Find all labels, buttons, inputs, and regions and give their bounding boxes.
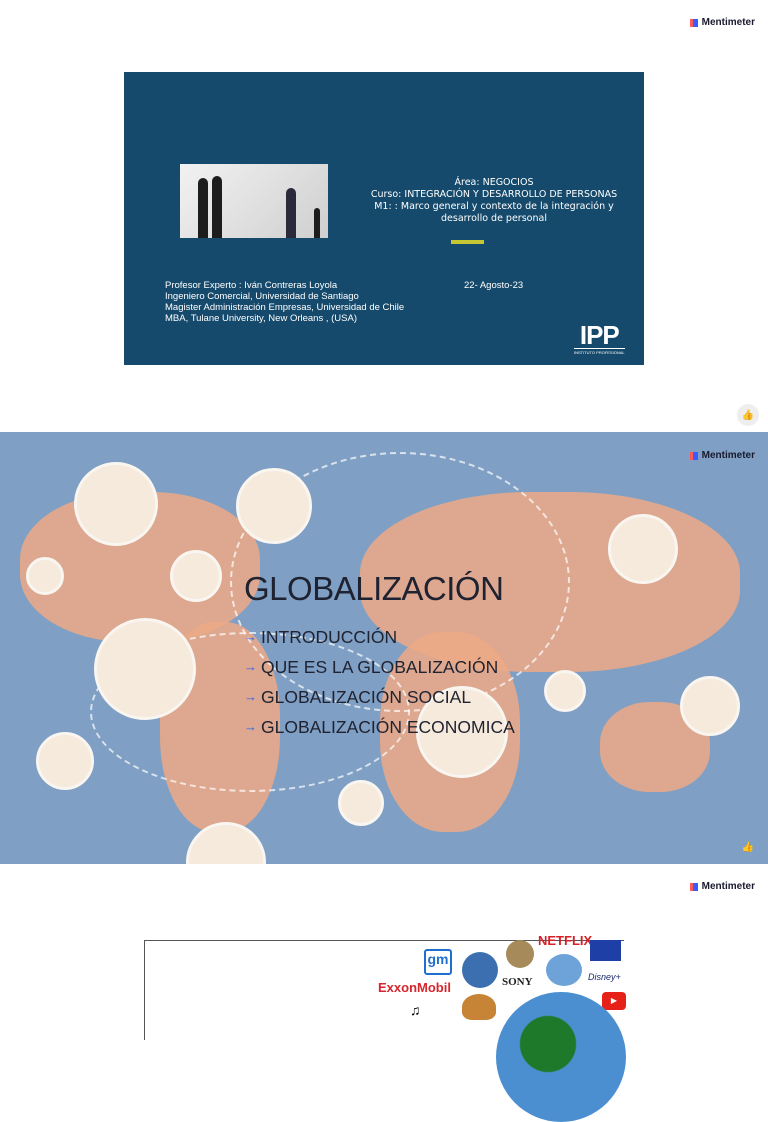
ipp-logo-subtitle: INSTITUTO PROFESIONAL [574, 348, 625, 355]
netflix-logo: NETFLIX [538, 933, 593, 948]
person-figure [212, 176, 222, 238]
slide-1: Mentimeter Área: NEGOCIOS Curso: INTEGRA… [0, 0, 768, 432]
professor-line: MBA, Tulane University, New Orleans , (U… [165, 313, 357, 324]
list-item: → QUE ES LA GLOBALIZACIÓN [244, 652, 515, 682]
burger-icon [462, 994, 496, 1020]
slide-3: Mentimeter gm ExxonMobil NETFLIX SONY Di… [0, 864, 768, 1122]
sony-logo: SONY [502, 976, 533, 988]
item-label: GLOBALIZACIÓN ECONOMICA [261, 717, 515, 737]
thumbs-up-icon[interactable]: 👍 [737, 836, 759, 858]
gm-logo: gm [424, 949, 452, 975]
list-item: → GLOBALIZACIÓN SOCIAL [244, 682, 515, 712]
date-label: 22- Agosto-23 [464, 280, 524, 291]
brand-label: Mentimeter [701, 450, 755, 461]
mentimeter-logo-icon [689, 882, 698, 891]
course-info: Área: NEGOCIOS Curso: INTEGRACIÓN Y DESA… [354, 177, 634, 225]
brand-label: Mentimeter [701, 881, 755, 892]
topic-list: → INTRODUCCIÓN → QUE ES LA GLOBALIZACIÓN →… [244, 622, 515, 742]
youtube-icon: ▶ [602, 992, 626, 1010]
arrow-right-icon: → [244, 689, 257, 704]
business-people-puzzle-image [180, 164, 328, 238]
title-slide: Área: NEGOCIOS Curso: INTEGRACIÓN Y DESA… [124, 72, 644, 365]
professor-line: Ingeniero Comercial, Universidad de Sant… [165, 291, 359, 302]
eu-flag-icon [590, 940, 621, 961]
arrow-right-icon: → [244, 659, 257, 674]
un-logo-icon [546, 954, 582, 986]
music-notes-icon: ♫ [410, 1002, 421, 1018]
globe-icon [496, 992, 626, 1122]
module-label: M1: : Marco general y contexto de la int… [374, 201, 614, 224]
item-label: QUE ES LA GLOBALIZACIÓN [261, 657, 499, 677]
accent-bar [451, 240, 484, 244]
mentimeter-brand: Mentimeter [689, 881, 755, 892]
disney-plus-logo: Disney+ [588, 972, 621, 982]
course-label: Curso: INTEGRACIÓN Y DESARROLLO DE PERSO… [370, 189, 618, 200]
mentimeter-brand: Mentimeter [689, 450, 755, 461]
person-figure [314, 208, 320, 238]
slide-title: GLOBALIZACIÓN [244, 570, 504, 607]
arrow-right-icon: → [244, 719, 257, 734]
ipp-logo-text: IPP [579, 320, 620, 350]
professor-line: Magister Administración Empresas, Univer… [165, 302, 405, 313]
oas-seal-icon [506, 940, 534, 968]
ipp-logo: IPP INSTITUTO PROFESIONAL [574, 322, 625, 355]
professor-line: Profesor Experto : Iván Contreras Loyola [165, 280, 338, 291]
mentimeter-logo-icon [689, 451, 698, 460]
person-figure [286, 188, 296, 238]
thumbs-up-icon[interactable]: 👍 [737, 404, 759, 426]
list-item: → GLOBALIZACIÓN ECONOMICA [244, 712, 515, 742]
brand-label: Mentimeter [701, 17, 755, 28]
area-label: Área: NEGOCIOS [454, 177, 534, 188]
imf-logo-icon [462, 952, 498, 988]
slide-2: Mentimeter GLOBALIZACIÓN → INTRODUCCIÓN →… [0, 432, 768, 864]
item-label: INTRODUCCIÓN [261, 627, 398, 647]
list-item: → INTRODUCCIÓN [244, 622, 515, 652]
item-label: GLOBALIZACIÓN SOCIAL [261, 687, 472, 707]
exxonmobil-logo: ExxonMobil [378, 980, 451, 995]
professor-info: Profesor Experto : Iván Contreras Loyola… [165, 280, 404, 324]
arrow-right-icon: → [244, 629, 257, 644]
mentimeter-brand: Mentimeter [689, 17, 755, 28]
person-figure [198, 178, 208, 238]
mentimeter-logo-icon [689, 18, 698, 27]
